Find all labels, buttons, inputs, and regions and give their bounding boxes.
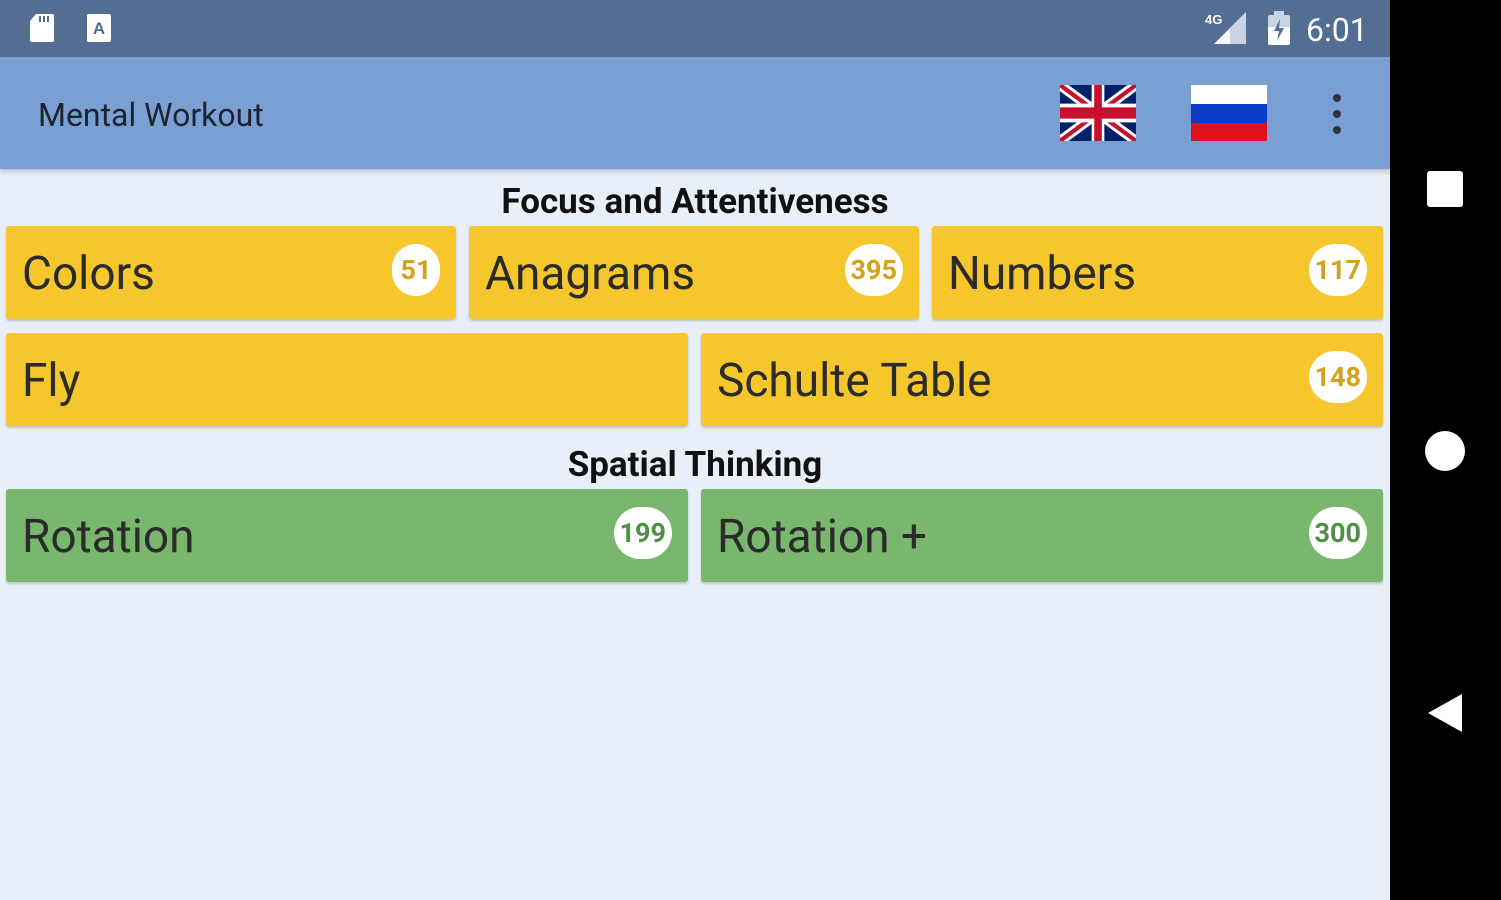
status-clock: 6:01: [1306, 11, 1368, 49]
tile-label: Colors: [22, 247, 155, 301]
count-badge: 51: [392, 244, 440, 296]
tile-rotation[interactable]: Rotation 199: [6, 489, 688, 582]
count-badge: 300: [1308, 507, 1367, 559]
back-icon[interactable]: [1426, 692, 1464, 734]
tile-numbers[interactable]: Numbers 117: [932, 226, 1383, 319]
tile-label: Rotation: [22, 510, 195, 564]
home-icon[interactable]: [1425, 431, 1465, 471]
status-bar: A 4G 6:01: [0, 0, 1390, 57]
a-notification-icon: A: [87, 14, 111, 42]
section-title-focus: Focus and Attentiveness: [501, 181, 889, 222]
tile-rotation-plus[interactable]: Rotation + 300: [701, 489, 1383, 582]
svg-text:A: A: [93, 19, 105, 38]
recents-icon[interactable]: [1427, 171, 1463, 207]
navigation-bar: [1390, 0, 1501, 900]
main-content: Focus and Attentiveness Colors 51 Anagra…: [0, 169, 1390, 900]
app-title: Mental Workout: [38, 96, 264, 134]
tile-label: Schulte Table: [717, 354, 992, 408]
uk-flag-icon[interactable]: [1060, 85, 1136, 141]
sd-card-icon: [30, 14, 54, 42]
app-bar: Mental Workout: [0, 57, 1390, 169]
signal-icon: 4G: [1205, 12, 1246, 44]
tile-label: Fly: [22, 354, 81, 408]
more-vert-icon[interactable]: [1322, 91, 1352, 137]
battery-icon: [1268, 11, 1290, 45]
count-badge: 395: [844, 244, 903, 296]
russia-flag-icon[interactable]: [1191, 85, 1267, 141]
tile-label: Numbers: [948, 247, 1137, 301]
tile-label: Rotation +: [717, 510, 928, 564]
count-badge: 199: [613, 507, 672, 559]
count-badge: 117: [1308, 244, 1367, 296]
section-title-spatial: Spatial Thinking: [567, 444, 823, 485]
tile-fly[interactable]: Fly: [6, 333, 688, 426]
tile-schulte-table[interactable]: Schulte Table 148: [701, 333, 1383, 426]
count-badge: 148: [1308, 351, 1367, 403]
tile-colors[interactable]: Colors 51: [6, 226, 456, 319]
tile-label: Anagrams: [485, 247, 696, 301]
network-type-label: 4G: [1205, 12, 1222, 27]
tile-anagrams[interactable]: Anagrams 395: [469, 226, 919, 319]
